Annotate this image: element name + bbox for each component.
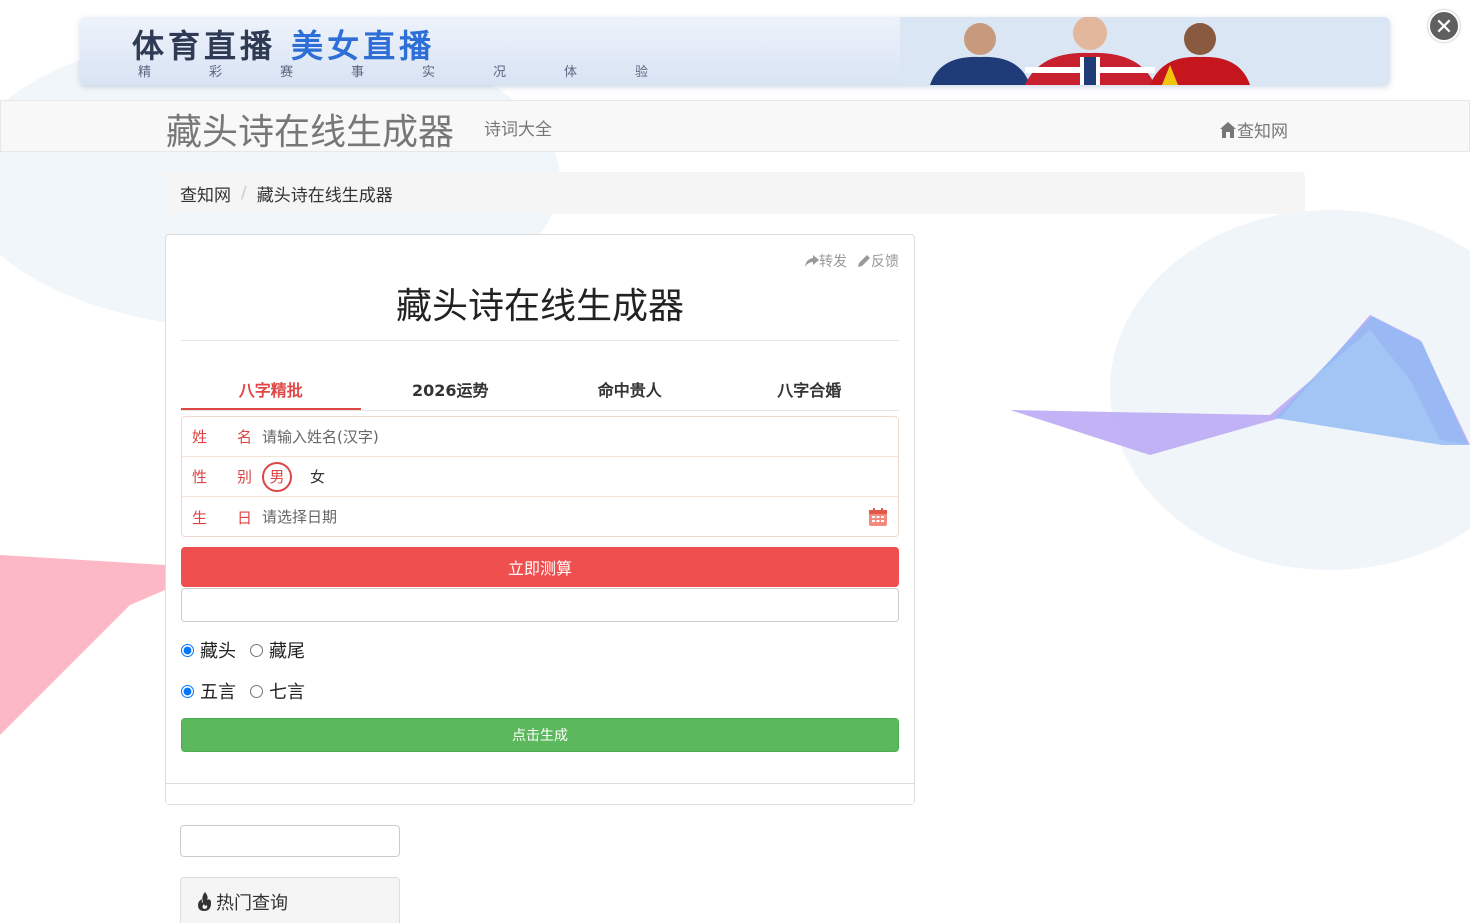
generate-button[interactable]: 点击生成 [181,718,899,752]
five-char-radio[interactable] [181,684,194,698]
head-radio[interactable] [181,643,194,657]
panel-footer [166,783,914,804]
seven-char-radio[interactable] [250,684,263,698]
feedback-button[interactable]: 反馈 [857,251,899,271]
name-label: 姓名 [192,428,252,446]
name-input[interactable] [262,427,822,446]
tab-marriage-match[interactable]: 八字合婚 [720,375,900,410]
position-options: 藏头 藏尾 [181,637,319,663]
panel-title: 藏头诗在线生成器 [395,286,684,327]
nav-home-link[interactable]: 查知网 [1219,117,1288,142]
generator-panel: 转发 反馈 藏头诗在线生成器 八字精批 2026运势 命中贵人 八字合婚 姓名 … [165,234,915,805]
tail-option[interactable]: 藏尾 [250,637,305,663]
gender-options: 男 女 [262,461,325,492]
hot-queries-header: 热门查询 [180,877,400,923]
side-search-input[interactable] [180,825,400,857]
birth-label: 生日 [192,508,252,527]
tail-radio[interactable] [250,643,263,657]
fortune-form: 姓名 性别 男 女 生日 [181,416,899,537]
hot-queries-label: 热门查询 [216,893,288,914]
nav-home-label: 查知网 [1237,122,1288,142]
home-icon [1220,121,1236,138]
fortune-tabs: 八字精批 2026运势 命中贵人 八字合婚 [181,375,899,411]
length-options: 五言 七言 [181,678,319,704]
breadcrumb: 查知网 / 藏头诗在线生成器 [165,172,1305,214]
calculate-button[interactable]: 立即测算 [181,547,899,587]
tab-noble-person[interactable]: 命中贵人 [540,375,720,410]
birth-date-input[interactable] [262,508,822,526]
top-navbar: 藏头诗在线生成器 诗词大全 查知网 [0,100,1470,155]
share-icon [805,255,819,267]
five-char-option[interactable]: 五言 [181,678,236,704]
head-option[interactable]: 藏头 [181,637,236,663]
tab-bazi[interactable]: 八字精批 [181,375,361,410]
breadcrumb-home[interactable]: 查知网 [180,181,231,206]
breadcrumb-separator: / [241,183,247,203]
pencil-icon [858,255,870,267]
poem-text-input[interactable] [181,588,899,622]
close-banner-button[interactable]: ✕ [1428,10,1460,42]
birth-row: 生日 [182,497,898,537]
panel-actions: 转发 反馈 [805,251,899,271]
nav-link-poetry[interactable]: 诗词大全 [484,115,552,140]
gender-label: 性别 [192,468,252,486]
gender-female-option[interactable]: 女 [310,466,325,487]
seven-char-option[interactable]: 七言 [250,678,305,704]
brand-link[interactable]: 藏头诗在线生成器 [166,103,454,155]
players-image [900,17,1390,85]
gender-male-option[interactable]: 男 [262,461,292,492]
breadcrumb-current: 藏头诗在线生成器 [256,185,393,206]
gender-row: 性别 男 女 [182,457,898,497]
fire-icon [198,892,211,911]
tab-2026-fortune[interactable]: 2026运势 [361,375,541,410]
banner-subtitle: 精彩赛事实况体验 [138,65,707,80]
calendar-icon[interactable] [868,507,888,527]
name-row: 姓名 [182,417,898,457]
share-button[interactable]: 转发 [805,251,847,271]
divider [181,340,899,341]
sports-live-banner[interactable]: 体育直播 美女直播 精彩赛事实况体验 [80,17,1390,85]
